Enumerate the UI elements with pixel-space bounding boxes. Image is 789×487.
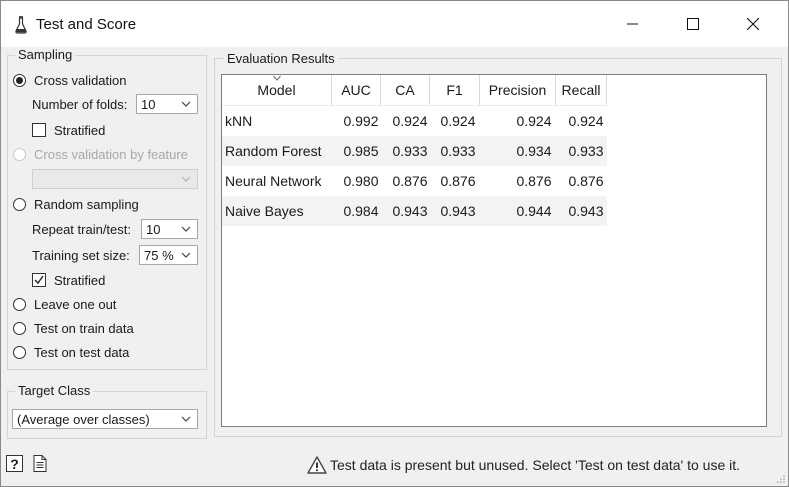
flask-icon <box>15 16 27 34</box>
train-size-select[interactable]: 75 % <box>139 245 198 265</box>
stratified-rs-label: Stratified <box>54 272 106 288</box>
radio-unchecked-icon <box>13 297 26 311</box>
stratified-rs-checkbox[interactable]: Stratified <box>32 271 105 289</box>
minimize-button[interactable] <box>603 1 663 47</box>
sampling-group-title: Sampling <box>15 47 76 62</box>
repeat-value: 10 <box>146 221 161 237</box>
checkbox-unchecked-icon <box>32 123 46 137</box>
cross-validation-radio[interactable]: Cross validation <box>13 71 127 89</box>
radio-checked-icon <box>13 73 26 87</box>
window-title: Test and Score <box>36 16 137 33</box>
resize-grip-icon[interactable] <box>776 474 786 484</box>
precision-cell: 0.876 <box>516 173 552 189</box>
chevron-down-icon <box>181 101 191 107</box>
model-cell: Random Forest <box>222 136 332 166</box>
radio-unchecked-icon <box>13 345 26 359</box>
stratified-cv-label: Stratified <box>54 122 106 138</box>
f1-cell: 0.933 <box>429 136 480 166</box>
folds-select[interactable]: 10 <box>136 94 198 114</box>
target-class-title: Target Class <box>15 383 94 398</box>
maximize-icon <box>687 18 699 30</box>
test-on-test-label: Test on test data <box>34 344 130 360</box>
column-header-precision[interactable]: Precision <box>479 75 556 106</box>
repeat-label: Repeat train/test: <box>32 222 131 237</box>
column-header-f1[interactable]: F1 <box>429 75 480 106</box>
checkbox-checked-icon <box>32 273 46 287</box>
random-sampling-radio[interactable]: Random sampling <box>13 195 139 213</box>
table-row[interactable]: kNN 0.992 0.924 0.924 0.924 0.924 <box>222 106 607 137</box>
results-table: Model AUC CA F1 Precision Recall kNN 0.9… <box>222 75 607 226</box>
ca-cell: 0.924 <box>392 113 428 129</box>
evaluation-results-title: Evaluation Results <box>224 51 338 66</box>
results-table-frame[interactable]: Model AUC CA F1 Precision Recall kNN 0.9… <box>221 74 767 427</box>
status-bar: ? Test data is present but unused. Selec… <box>1 451 788 486</box>
model-cell: Naive Bayes <box>222 196 332 226</box>
column-header-recall[interactable]: Recall <box>555 75 607 106</box>
table-row[interactable]: Naive Bayes 0.984 0.943 0.943 0.944 0.94… <box>222 196 607 226</box>
train-size-value: 75 % <box>144 247 174 263</box>
recall-cell: 0.943 <box>555 196 607 226</box>
auc-cell: 0.992 <box>343 113 379 129</box>
table-header-row: Model AUC CA F1 Precision Recall <box>222 75 607 106</box>
column-header-model[interactable]: Model <box>222 75 332 106</box>
chevron-down-icon <box>181 176 191 182</box>
column-header-auc[interactable]: AUC <box>331 75 381 106</box>
chevron-down-icon <box>181 226 191 232</box>
target-class-value: (Average over classes) <box>17 411 150 427</box>
status-message: Test data is present but unused. Select … <box>330 457 741 473</box>
precision-cell: 0.944 <box>479 196 556 226</box>
auc-cell: 0.984 <box>331 196 381 226</box>
warning-triangle-icon <box>307 456 327 474</box>
f1-cell: 0.924 <box>440 113 476 129</box>
cv-by-feature-label: Cross validation by feature <box>34 146 188 162</box>
column-header-ca[interactable]: CA <box>380 75 430 106</box>
model-cell: kNN <box>225 113 253 129</box>
radio-disabled-icon <box>13 147 26 161</box>
recall-cell: 0.924 <box>568 113 604 129</box>
target-class-select[interactable]: (Average over classes) <box>12 409 198 429</box>
repeat-select[interactable]: 10 <box>141 219 198 239</box>
precision-cell: 0.924 <box>516 113 552 129</box>
cv-by-feature-radio[interactable]: Cross validation by feature <box>13 145 188 163</box>
f1-cell: 0.876 <box>440 173 476 189</box>
stratified-cv-checkbox[interactable]: Stratified <box>32 121 105 139</box>
feature-select[interactable] <box>32 169 198 189</box>
sort-indicator-icon <box>272 75 281 81</box>
train-size-label: Training set size: <box>32 248 130 263</box>
folds-label: Number of folds: <box>32 97 128 112</box>
recall-cell: 0.876 <box>568 173 604 189</box>
radio-unchecked-icon <box>13 321 26 335</box>
maximize-button[interactable] <box>663 1 723 47</box>
model-cell: Neural Network <box>225 173 322 189</box>
radio-unchecked-icon <box>13 197 26 211</box>
leave-one-out-label: Leave one out <box>34 296 117 312</box>
minimize-icon <box>627 23 638 25</box>
folds-value: 10 <box>141 96 156 112</box>
table-row[interactable]: Neural Network 0.980 0.876 0.876 0.876 0… <box>222 166 607 196</box>
auc-cell: 0.985 <box>331 136 381 166</box>
title-bar[interactable]: Test and Score <box>1 1 788 47</box>
auc-cell: 0.980 <box>343 173 379 189</box>
ca-cell: 0.933 <box>380 136 430 166</box>
chevron-down-icon <box>181 416 191 422</box>
close-button[interactable] <box>723 1 783 47</box>
cross-validation-label: Cross validation <box>34 72 127 88</box>
chevron-down-icon <box>181 252 191 258</box>
document-icon[interactable] <box>33 455 47 472</box>
precision-cell: 0.934 <box>479 136 556 166</box>
table-row[interactable]: Random Forest 0.985 0.933 0.933 0.934 0.… <box>222 136 607 166</box>
test-on-train-label: Test on train data <box>34 320 134 336</box>
help-icon[interactable]: ? <box>6 455 23 472</box>
ca-cell: 0.943 <box>380 196 430 226</box>
leave-one-out-radio[interactable]: Leave one out <box>13 295 116 313</box>
f1-cell: 0.943 <box>429 196 480 226</box>
recall-cell: 0.933 <box>555 136 607 166</box>
test-on-test-radio[interactable]: Test on test data <box>13 343 129 361</box>
ca-cell: 0.876 <box>392 173 428 189</box>
test-and-score-window: Test and Score Sampling Cross validation… <box>0 0 789 487</box>
test-on-train-radio[interactable]: Test on train data <box>13 319 134 337</box>
close-icon <box>747 18 759 30</box>
random-sampling-label: Random sampling <box>34 196 139 212</box>
checkmark-icon <box>34 275 44 285</box>
